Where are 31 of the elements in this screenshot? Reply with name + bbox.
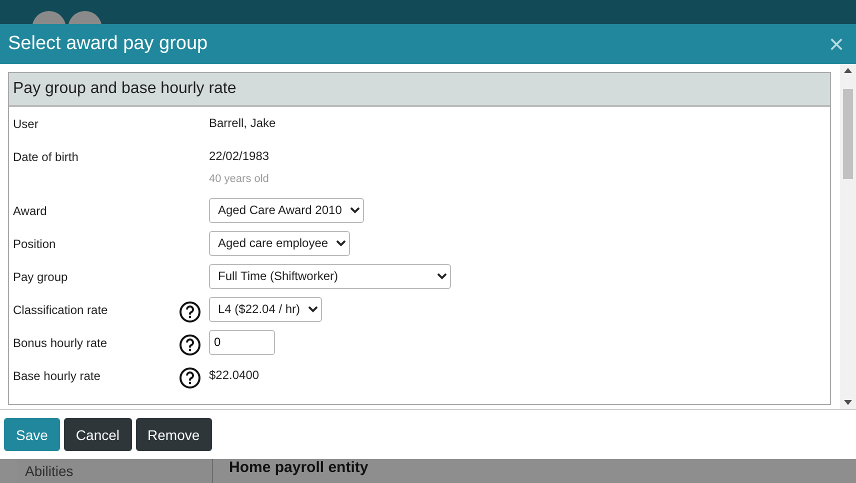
help-icon[interactable] <box>179 334 201 356</box>
field-value: $22.0400 <box>209 366 260 382</box>
scroll-thumb[interactable] <box>843 88 853 179</box>
field-label: Bonus hourly rate <box>13 334 108 350</box>
action-button[interactable]: Cancel <box>64 418 132 451</box>
field-label: Base hourly rate <box>13 368 102 383</box>
field-label: Classification rate <box>13 302 109 317</box>
sidebar-item[interactable]: Abilities <box>25 463 74 479</box>
age-note: 40 years old <box>209 172 269 185</box>
dialog-title: Select award pay group <box>8 32 208 55</box>
dropdown[interactable]: Aged Care Award 2010 <box>209 198 364 223</box>
scroll-down-icon[interactable] <box>844 400 852 405</box>
field-value: Barrell, Jake <box>209 114 276 130</box>
help-icon[interactable] <box>179 300 201 323</box>
section-heading: Home payroll entity <box>229 460 368 478</box>
input-field[interactable]: 0 <box>209 330 275 355</box>
field-label: User <box>13 116 40 131</box>
save-button[interactable]: Save <box>4 418 60 451</box>
help-icon[interactable] <box>179 366 201 389</box>
field-value: 22/02/1983 <box>209 148 270 163</box>
field-label: Position <box>13 236 57 251</box>
scroll-up-icon[interactable] <box>844 68 852 73</box>
scrollbar[interactable] <box>840 64 856 409</box>
action-button[interactable]: Remove <box>136 418 212 451</box>
section-title: Pay group and base hourly rate <box>13 80 236 98</box>
dropdown[interactable]: L4 ($22.04 / hr) <box>209 296 322 322</box>
field-label: Pay group <box>13 268 69 284</box>
dropdown[interactable]: Aged care employee <box>209 230 350 256</box>
field-label: Award <box>13 202 48 218</box>
dropdown[interactable]: Full Time (Shiftworker) <box>209 264 451 289</box>
field-label: Date of birth <box>13 148 80 164</box>
